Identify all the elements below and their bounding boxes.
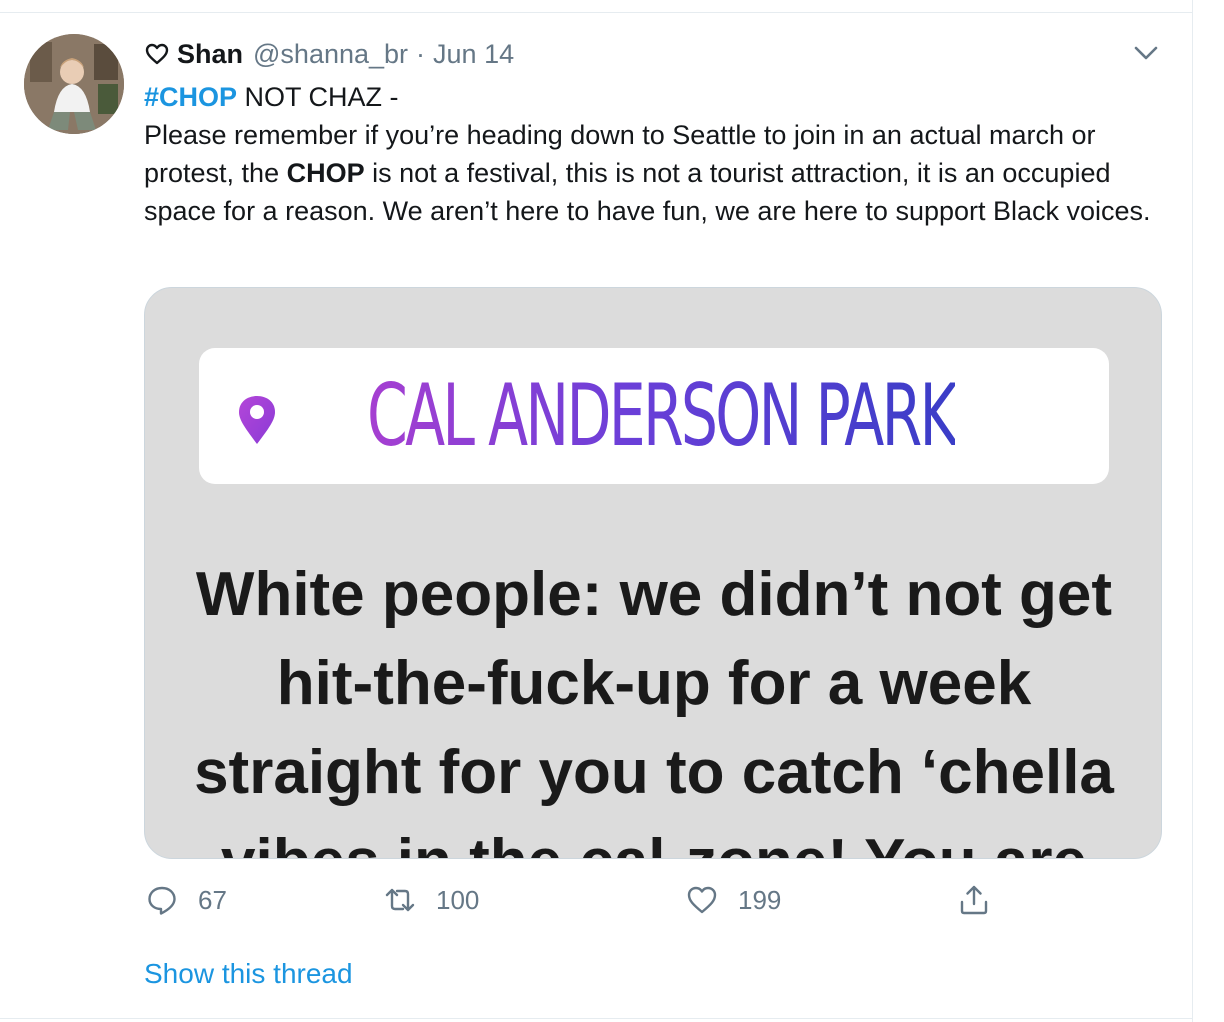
- share-button[interactable]: [958, 878, 990, 922]
- avatar[interactable]: [24, 34, 124, 134]
- show-thread-link[interactable]: Show this thread: [144, 958, 353, 990]
- tweet-date[interactable]: Jun 14: [433, 39, 514, 70]
- image-text-line: White people: we didn’t not get: [195, 560, 1113, 629]
- bottom-divider: [0, 1018, 1192, 1019]
- location-sticker: CAL ANDERSON PARK: [199, 348, 1109, 484]
- heart-icon: [687, 886, 717, 914]
- author-display-name[interactable]: Shan: [177, 39, 243, 70]
- tweet-text-body: Please remember if you’re heading down t…: [144, 116, 1174, 230]
- tweet-text-line1: #CHOP NOT CHAZ -: [144, 78, 1174, 116]
- tweet-text-line1-rest: NOT CHAZ -: [237, 82, 399, 112]
- tweet-body-bold: CHOP: [286, 158, 365, 188]
- author-handle[interactable]: @shanna_br: [253, 39, 408, 70]
- reply-button[interactable]: 67: [146, 878, 227, 922]
- tweet-header: Shan @shanna_br · Jun 14: [145, 36, 514, 72]
- retweet-icon: [385, 888, 415, 912]
- heart-outline-icon: [145, 43, 169, 65]
- reply-icon: [148, 886, 176, 915]
- tweet-actions: 67 100 199: [144, 878, 1174, 922]
- location-pin-icon: [239, 396, 275, 444]
- chevron-down-icon[interactable]: [1131, 40, 1161, 66]
- image-text-line: hit-the-fuck-up for a week: [276, 649, 1032, 718]
- hashtag-link[interactable]: #CHOP: [144, 82, 237, 112]
- tweet-text: #CHOP NOT CHAZ - Please remember if you’…: [144, 78, 1174, 230]
- like-count: 199: [738, 884, 782, 915]
- tweet-media-image[interactable]: CAL ANDERSON PARK White people: we didn’…: [144, 287, 1162, 859]
- avatar-photo: [24, 34, 124, 134]
- image-text-line: vibes in the cal-zone! You are: [145, 817, 1161, 858]
- image-caption-text: White people: we didn’t not get hit-the-…: [145, 550, 1161, 858]
- retweet-button[interactable]: 100: [384, 878, 479, 922]
- retweet-count: 100: [436, 884, 480, 915]
- share-icon: [960, 885, 988, 915]
- right-divider: [1192, 0, 1193, 1022]
- reply-count: 67: [198, 884, 227, 915]
- separator-dot: ·: [416, 38, 426, 69]
- image-text-line: straight for you to catch ‘chella: [194, 738, 1114, 807]
- location-name: CAL ANDERSON PARK: [367, 348, 958, 484]
- top-divider: [0, 12, 1192, 13]
- like-button[interactable]: 199: [686, 878, 781, 922]
